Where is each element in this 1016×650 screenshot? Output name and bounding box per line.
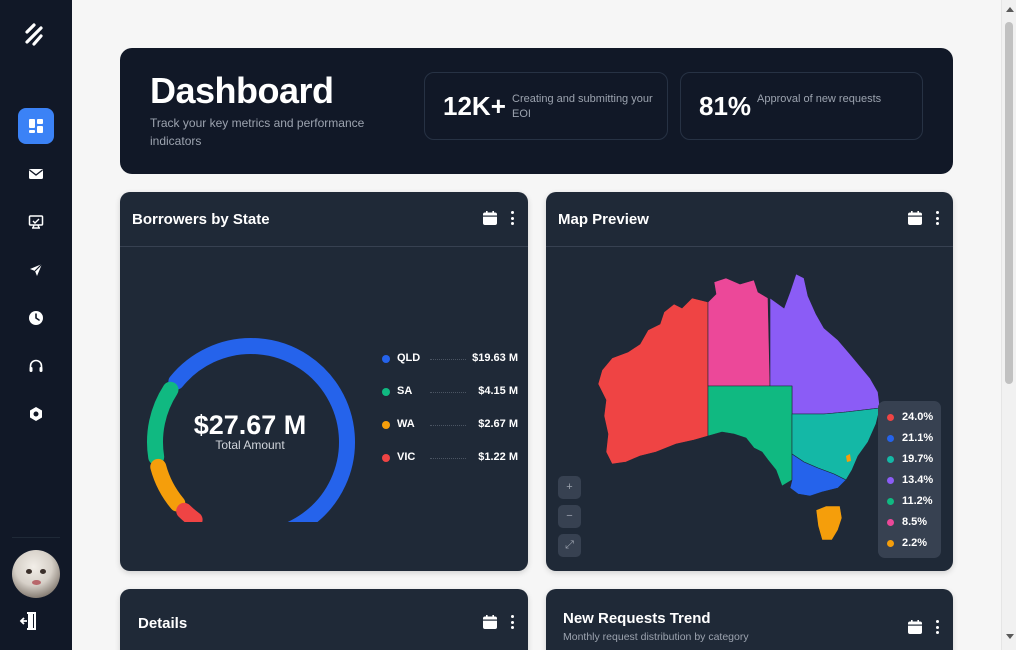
logo-icon[interactable] (22, 22, 46, 50)
card-header: Borrowers by State (120, 192, 528, 247)
legend-dot (382, 355, 390, 363)
stat-label: Creating and submitting your EOI (512, 93, 653, 120)
legend-label: QLD (397, 352, 421, 364)
sidebar-item-history[interactable] (18, 300, 54, 336)
calendar-icon[interactable] (482, 614, 498, 630)
card-title: Borrowers by State (132, 211, 270, 228)
scroll-up-arrow[interactable] (1006, 7, 1014, 12)
avatar-eye (40, 569, 46, 574)
stat-card-approval: 81% Approval of new requests (680, 72, 923, 140)
gauge-segment-sa[interactable] (147, 381, 179, 466)
new-requests-trend-card: New Requests Trend Monthly request distr… (546, 589, 953, 650)
page-title: Dashboard (150, 70, 334, 111)
card-title: Details (138, 615, 188, 632)
map-legend-item: 24.0% (878, 409, 941, 430)
map-region-nt[interactable] (707, 277, 771, 387)
map-legend-item: 2.2% (878, 535, 941, 556)
legend-item-wa: WA $2.67 M (382, 418, 518, 432)
map-preview-card: Map Preview + − ⤢ 24.0% 21.1% 19.7% 13.4… (546, 192, 953, 571)
legend-item-qld: QLD $19.63 M (382, 352, 518, 366)
map-region-tas[interactable] (815, 505, 843, 541)
legend-value: $4.15 M (478, 385, 518, 397)
borrowers-by-state-card: Borrowers by State $27.67 M Total Amount… (120, 192, 528, 571)
legend-item-sa: SA $4.15 M (382, 385, 518, 399)
details-card: Details (120, 589, 528, 650)
legend-dot (382, 421, 390, 429)
map-legend-item: 8.5% (878, 514, 941, 535)
gauge-total-label: Total Amount (215, 438, 285, 452)
card-title: Map Preview (558, 211, 649, 228)
borrowers-gauge-chart (147, 338, 355, 522)
calendar-icon[interactable] (482, 210, 498, 226)
sidebar-item-mail[interactable] (18, 156, 54, 192)
card-title: New Requests Trend (563, 610, 711, 627)
page-scrollbar[interactable] (1001, 0, 1016, 650)
stat-label: Approval of new requests (757, 93, 882, 105)
legend-label: SA (397, 385, 413, 397)
avatar-mouth (32, 580, 41, 585)
clock-icon (29, 311, 43, 325)
sidebar-item-support[interactable] (18, 348, 54, 384)
sidebar (0, 0, 72, 650)
legend-value: $2.67 M (478, 418, 518, 430)
mail-icon (29, 169, 43, 179)
map-legend-item: 13.4% (878, 472, 941, 493)
legend-dot (382, 454, 390, 462)
headset-icon (29, 359, 43, 372)
legend-value: $1.22 M (478, 451, 518, 463)
more-options-icon[interactable] (510, 615, 514, 629)
more-options-icon[interactable] (510, 211, 514, 225)
stat-value: 12K+ (443, 91, 506, 121)
scroll-thumb[interactable] (1005, 22, 1013, 384)
sidebar-item-send[interactable] (18, 252, 54, 288)
fullscreen-button[interactable]: ⤢ (558, 534, 581, 557)
card-subtitle: Monthly request distribution by category (563, 631, 749, 643)
dashboard-header: Dashboard Track your key metrics and per… (120, 48, 953, 174)
logout-icon[interactable] (19, 610, 41, 632)
legend-label: WA (397, 418, 415, 430)
map-region-wa[interactable] (597, 297, 709, 465)
monitor-icon (28, 215, 44, 229)
send-icon (30, 263, 43, 276)
more-options-icon[interactable] (935, 211, 939, 225)
calendar-icon[interactable] (907, 619, 923, 635)
settings-icon (30, 407, 42, 421)
legend-dot (382, 388, 390, 396)
map-legend: 24.0% 21.1% 19.7% 13.4% 11.2% 8.5% 2.2% (878, 401, 941, 558)
map-legend-item: 11.2% (878, 493, 941, 514)
sidebar-item-settings[interactable] (18, 396, 54, 432)
card-header: Map Preview (546, 192, 953, 247)
sidebar-item-monitor[interactable] (18, 204, 54, 240)
zoom-out-button[interactable]: − (558, 505, 581, 528)
australia-map[interactable] (594, 274, 884, 544)
sidebar-divider (12, 537, 60, 538)
gauge-segment-wa[interactable] (150, 458, 186, 512)
dashboard-icon (29, 119, 43, 133)
map-legend-item: 19.7% (878, 451, 941, 472)
stat-card-eoi: 12K+ Creating and submitting your EOI (424, 72, 668, 140)
avatar-eye (26, 569, 32, 574)
legend-label: VIC (397, 451, 416, 463)
page-subtitle: Track your key metrics and performance i… (150, 116, 365, 148)
zoom-in-button[interactable]: + (558, 476, 581, 499)
sidebar-item-dashboard[interactable] (18, 108, 54, 144)
more-options-icon[interactable] (935, 620, 939, 634)
scroll-down-arrow[interactable] (1006, 634, 1014, 639)
avatar[interactable] (12, 550, 60, 598)
legend-value: $19.63 M (472, 352, 518, 364)
gauge-segment-vic[interactable] (176, 502, 203, 522)
legend-item-vic: VIC $1.22 M (382, 451, 518, 465)
stat-value: 81% (699, 91, 752, 121)
gauge-total-value: $27.67 M (193, 410, 307, 440)
map-legend-item: 21.1% (878, 430, 941, 451)
map-region-sa[interactable] (707, 385, 793, 487)
calendar-icon[interactable] (907, 210, 923, 226)
